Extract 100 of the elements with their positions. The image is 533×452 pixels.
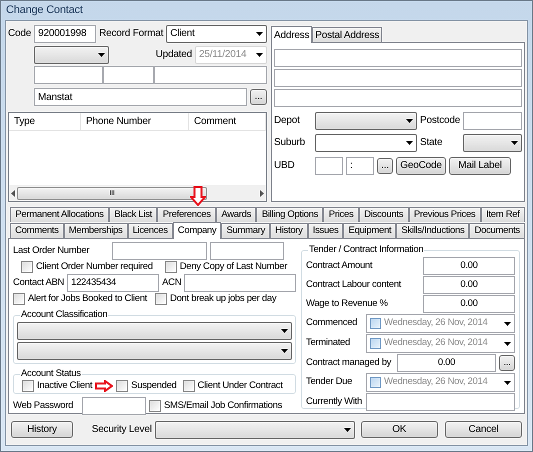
dropdown[interactable] [315, 112, 417, 130]
tab[interactable]: Summary [221, 223, 270, 238]
field-label: Contract Labour content [306, 278, 402, 292]
input-field[interactable]: Manstat [34, 88, 247, 106]
tab[interactable]: Memberships [64, 223, 128, 238]
checkbox[interactable] [370, 377, 381, 388]
input-field[interactable] [184, 274, 296, 292]
input-field[interactable]: : [346, 156, 374, 174]
input-field[interactable] [366, 393, 515, 411]
group-title: Account Status [20, 368, 82, 380]
checkbox-label: Client Under Contract [198, 378, 283, 392]
dropdown[interactable] [154, 420, 355, 438]
cancel-button[interactable]: Cancel [445, 421, 522, 438]
checkbox[interactable] [182, 380, 195, 392]
input-field[interactable]: 920001998 [34, 24, 96, 42]
tab[interactable]: Licences [128, 223, 173, 238]
caret-icon [256, 52, 263, 56]
field-label: Updated [156, 48, 192, 62]
checkbox-label: Dont break up jobs per day [170, 292, 276, 306]
input-field[interactable]: 0.00 [423, 257, 515, 275]
input-field[interactable]: 122435434 [67, 274, 160, 292]
checkbox-label: Deny Copy of Last Number [180, 260, 288, 274]
mail-label-button[interactable]: Mail Label [449, 156, 511, 174]
field-label: UBD [274, 159, 296, 173]
tab[interactable]: Black List [108, 207, 158, 222]
checkbox[interactable] [149, 400, 161, 412]
browse-button[interactable]: ... [250, 89, 267, 105]
dropdown[interactable] [463, 134, 522, 152]
browse-button[interactable]: ... [499, 355, 515, 371]
input-field[interactable]: 0.00 [423, 295, 515, 313]
tab[interactable]: Awards [216, 207, 256, 222]
tab[interactable]: Equipment [343, 223, 396, 238]
dropdown[interactable] [17, 322, 292, 340]
column-header[interactable]: Type [9, 113, 81, 130]
tab[interactable]: Company [172, 222, 222, 239]
tab[interactable]: History [270, 223, 308, 238]
checkbox-label: Inactive Client [37, 378, 92, 392]
field-label: Commenced [306, 316, 358, 330]
input-field[interactable] [274, 89, 522, 107]
tab[interactable]: Prices [323, 207, 359, 222]
checkbox[interactable] [21, 261, 33, 274]
checkbox[interactable] [164, 261, 177, 274]
dropdown[interactable] [315, 134, 417, 152]
field-label: Contact ABN [13, 276, 64, 290]
tab[interactable]: Comments [10, 223, 64, 238]
tab[interactable]: Permanent Allocations [10, 207, 109, 222]
checkbox[interactable] [370, 338, 381, 349]
field-label: Last Order Number [13, 244, 90, 258]
field-label: Currently With [306, 394, 362, 409]
input-field[interactable]: 0.00 [423, 276, 515, 294]
tab[interactable]: Discounts [358, 207, 409, 222]
tab[interactable]: Billing Options [256, 207, 324, 222]
input-field[interactable] [315, 156, 343, 174]
caret-icon [504, 342, 511, 346]
input-field[interactable] [210, 242, 284, 260]
input-field[interactable] [274, 69, 522, 87]
dropdown[interactable] [34, 46, 109, 64]
checkbox[interactable] [116, 380, 128, 392]
tab[interactable]: Preferences [157, 207, 216, 222]
checkbox[interactable] [370, 318, 381, 329]
scroll-right-icon[interactable] [260, 190, 264, 196]
field-label: Tender Due [306, 375, 354, 390]
tab[interactable]: Issues [308, 223, 344, 238]
field-label: ACN [162, 276, 182, 290]
input-field[interactable] [103, 66, 154, 84]
input-field[interactable]: 0.00 [397, 354, 496, 372]
geocode-button[interactable]: GeoCode [396, 156, 446, 174]
column-header[interactable]: Phone Number [81, 113, 189, 130]
tab[interactable]: Address [271, 26, 312, 43]
input-field[interactable] [34, 66, 103, 84]
tab[interactable]: Previous Prices [408, 207, 481, 222]
checkbox-label: Alert for Jobs Booked to Client [28, 292, 148, 306]
field-label: Contract Amount [306, 258, 372, 273]
history-button[interactable]: History [11, 421, 73, 438]
field-label: Security Level [92, 423, 152, 437]
field-label: Suburb [274, 136, 306, 150]
input-field[interactable] [463, 112, 522, 130]
input-field[interactable] [154, 66, 267, 84]
dropdown[interactable]: Client [166, 24, 267, 42]
checkbox[interactable] [13, 293, 25, 306]
field-label: Code [8, 27, 32, 41]
column-header[interactable]: Comment [189, 113, 266, 130]
caret-icon [256, 32, 263, 36]
input-field[interactable] [274, 49, 522, 67]
tab[interactable]: Item Ref [480, 207, 525, 222]
checkbox-label: Suspended [131, 378, 177, 392]
scroll-left-icon[interactable] [11, 190, 15, 196]
tab[interactable]: Postal Address [312, 27, 382, 42]
tab[interactable]: Documents [469, 223, 525, 238]
checkbox[interactable] [155, 293, 168, 306]
checkbox[interactable] [22, 380, 34, 392]
ok-button[interactable]: OK [360, 421, 438, 438]
input-field[interactable] [112, 242, 207, 260]
caret-icon [504, 380, 511, 384]
input-field[interactable] [82, 396, 146, 415]
tab[interactable]: Skills/Inductions [396, 223, 470, 238]
browse-button[interactable]: ... [377, 158, 393, 174]
caret-icon [281, 348, 288, 352]
dropdown[interactable] [17, 342, 292, 360]
field-label: Web Password [13, 398, 74, 413]
